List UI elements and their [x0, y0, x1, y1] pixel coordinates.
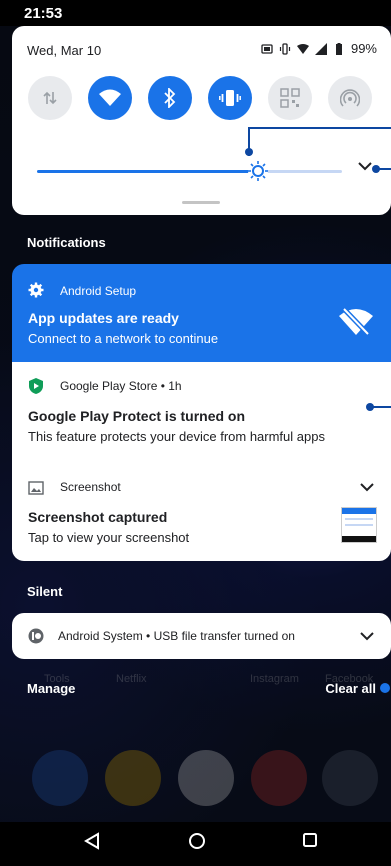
wifi-status-icon: [296, 43, 309, 54]
play-store-notification[interactable]: Google Play Store • 1h Google Play Prote…: [12, 362, 391, 464]
back-icon[interactable]: [84, 832, 100, 850]
brightness-thumb-icon[interactable]: [247, 160, 269, 182]
wifi-icon: [99, 89, 121, 106]
annotation-dot-clear-all: [380, 683, 390, 693]
annotation-pointer-brightness: [245, 127, 391, 156]
notification-title: Screenshot captured: [28, 509, 168, 525]
recents-icon[interactable]: [302, 832, 318, 848]
vibrate-status-icon: [279, 42, 291, 55]
android-system-notification[interactable]: Android System • USB file transfer turne…: [12, 613, 391, 659]
notification-title: Google Play Protect is turned on: [28, 408, 246, 424]
wifi-tile[interactable]: [88, 76, 132, 120]
mobile-data-tile[interactable]: [28, 76, 72, 120]
status-time: 21:53: [24, 5, 63, 22]
vibrate-icon: [219, 90, 241, 106]
notification-text: Connect to a network to continue: [28, 331, 219, 346]
collapse-chevron-icon[interactable]: [359, 481, 375, 493]
annotation-pointer-expand: [372, 165, 391, 173]
qs-tiles: [28, 76, 388, 120]
status-bar: 21:53: [0, 0, 391, 26]
screenshot-thumbnail[interactable]: [341, 507, 377, 543]
brightness-track-empty: [259, 170, 342, 173]
battery-percent: 99%: [350, 41, 377, 56]
data-arrows-icon: [43, 91, 57, 105]
signal-icon: [314, 42, 327, 55]
vibrate-tile[interactable]: [208, 76, 252, 120]
manage-button[interactable]: Manage: [27, 681, 75, 696]
bluetooth-tile[interactable]: [148, 76, 192, 120]
silent-header: Silent: [27, 584, 63, 599]
brightness-slider[interactable]: [37, 157, 342, 187]
gear-icon: [28, 282, 44, 298]
qr-scanner-tile[interactable]: [268, 76, 312, 120]
home-icon[interactable]: [188, 832, 206, 850]
notifications-header: Notifications: [27, 235, 106, 250]
hotspot-icon: [340, 89, 360, 107]
screenshot-notification[interactable]: Screenshot Screenshot captured Tap to vi…: [12, 463, 391, 561]
nfc-icon: [261, 43, 273, 54]
notification-app-name: Google Play Store • 1h: [60, 379, 182, 393]
android-setup-notification[interactable]: Android Setup App updates are ready Conn…: [12, 264, 391, 362]
brightness-track-filled: [37, 170, 259, 173]
navigation-bar: [0, 822, 391, 866]
qs-drag-handle[interactable]: [182, 201, 220, 204]
qs-date[interactable]: Wed, Mar 10: [27, 43, 101, 58]
qr-code-icon: [280, 88, 300, 108]
android-system-icon: [28, 628, 44, 644]
qs-status-icons: 99%: [261, 41, 377, 56]
wifi-off-icon: [339, 308, 373, 336]
expand-chevron-icon[interactable]: [359, 630, 375, 642]
annotation-pointer-play: [366, 403, 391, 411]
clear-all-button[interactable]: Clear all: [325, 681, 376, 696]
bluetooth-icon: [164, 88, 176, 108]
notification-app-name: Screenshot: [60, 480, 121, 494]
notification-text: Tap to view your screenshot: [28, 530, 190, 545]
image-icon: [28, 481, 44, 495]
play-protect-shield-icon: [29, 378, 43, 394]
notification-title: App updates are ready: [28, 310, 179, 326]
notification-app-name: Android Setup: [60, 284, 137, 298]
notification-text: This feature protects your device from h…: [28, 429, 325, 444]
notification-text: Android System • USB file transfer turne…: [58, 629, 295, 643]
battery-icon: [335, 42, 342, 55]
hotspot-tile[interactable]: [328, 76, 372, 120]
